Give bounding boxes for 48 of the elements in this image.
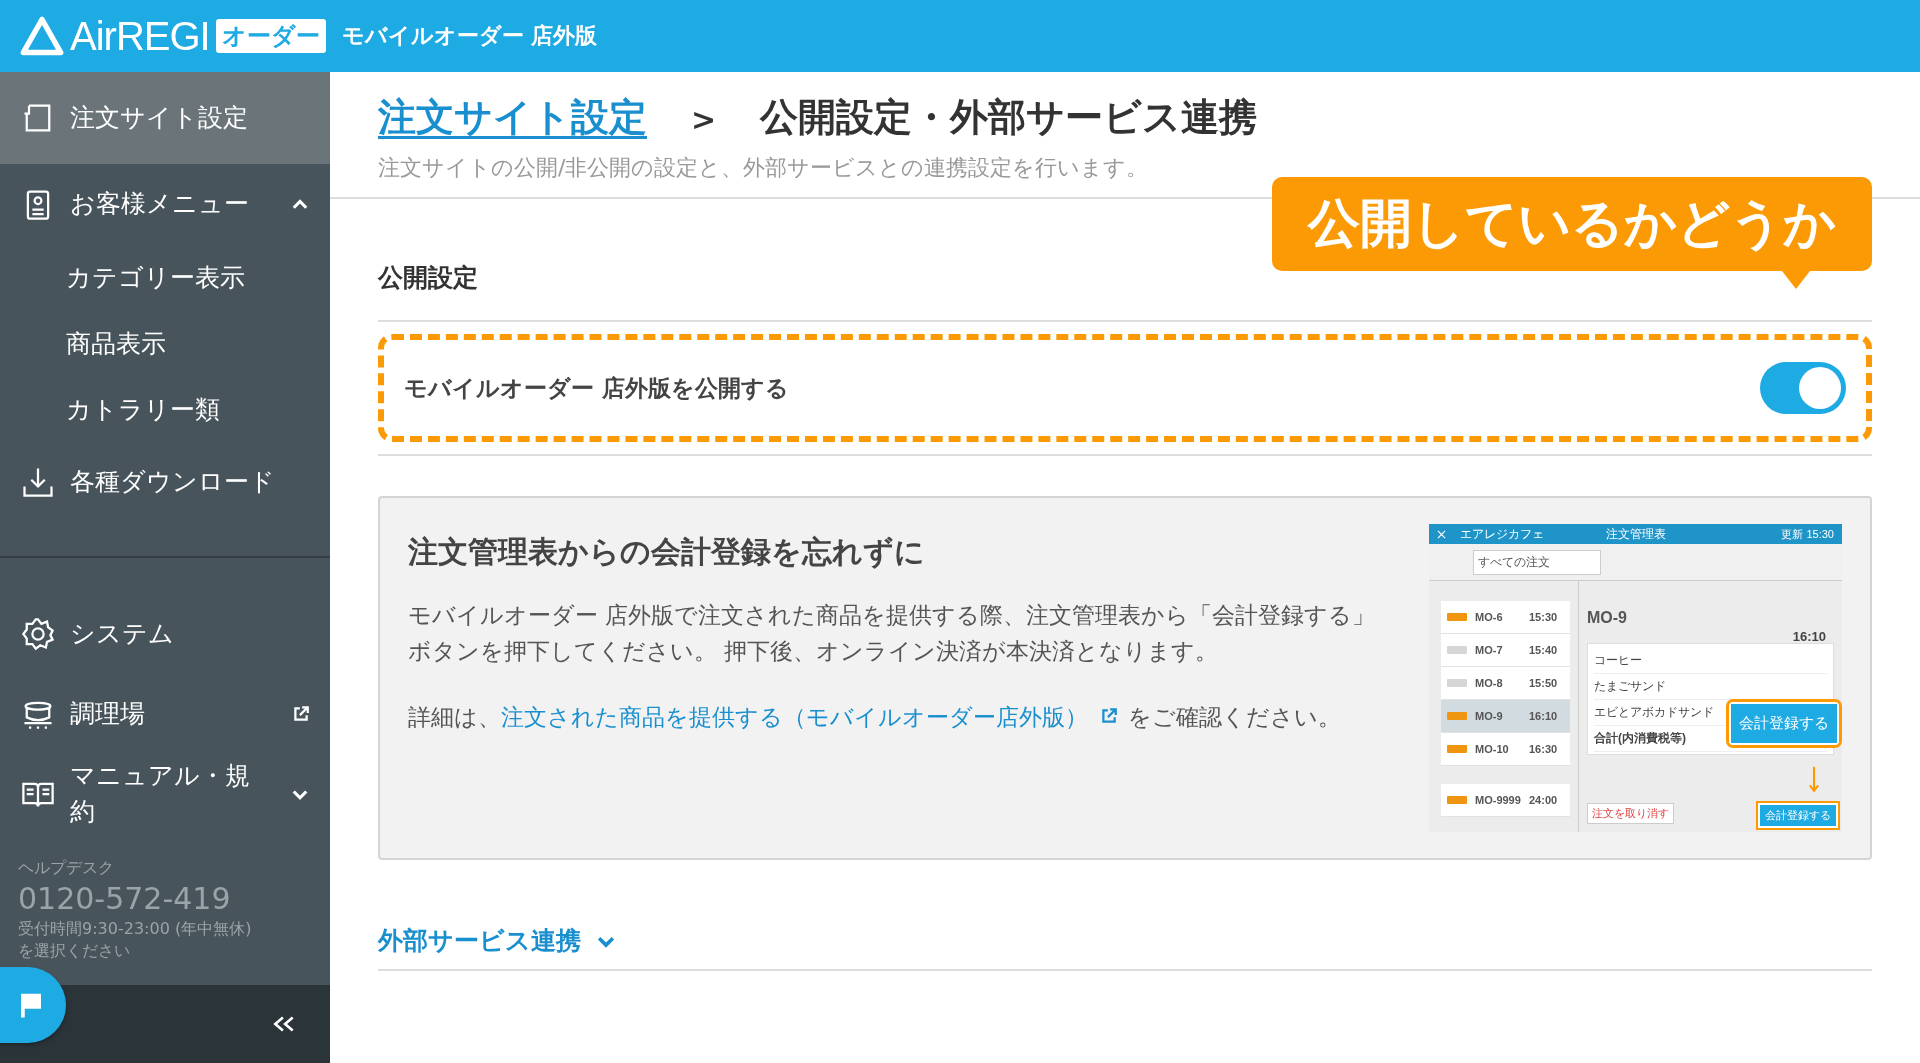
breadcrumb-link[interactable]: 注文サイト設定 bbox=[378, 92, 647, 143]
notice-heading: 注文管理表からの会計登録を忘れずに bbox=[408, 533, 926, 571]
section-toggle[interactable]: 外部サービス連携 bbox=[378, 924, 617, 969]
order-card: MO-9999 24:00 bbox=[1441, 784, 1570, 817]
order-card: MO-7 15:40 bbox=[1441, 634, 1570, 667]
order-card: MO-6 15:30 bbox=[1441, 601, 1570, 634]
order-card: MO-10 16:30 bbox=[1441, 733, 1570, 766]
close-icon bbox=[1437, 529, 1446, 539]
shop-name: エアレジカフェ bbox=[1460, 525, 1544, 543]
sidebar-item[interactable]: 注文サイト設定 bbox=[0, 72, 330, 164]
settings-icon bbox=[20, 616, 56, 652]
helpdesk-note: を選択ください bbox=[18, 940, 131, 962]
section-heading: 公開設定 bbox=[378, 262, 478, 294]
page-title: 公開設定・外部サービス連携 bbox=[760, 94, 1258, 141]
helpdesk-hours: 受付時間9:30-23:00 (年中無休) bbox=[18, 918, 253, 940]
notice-text: モバイルオーダー 店外版で注文された商品を提供する際、注文管理表から「会計登録する」ボタンを押下してください。 押下後、オンライン決済が本決済となります。 bbox=[408, 601, 1377, 666]
callout: 公開しているかどうか bbox=[1272, 177, 1872, 289]
screen-title: 注文管理表 bbox=[1605, 525, 1666, 543]
sidebar-subitem[interactable]: カトラリー類 bbox=[0, 376, 330, 442]
highlight-frame: 会計登録する bbox=[1726, 699, 1842, 748]
helpdesk-phone: 0120-572-419 bbox=[18, 881, 232, 916]
order-number: MO-9 bbox=[1587, 609, 1628, 627]
breadcrumb-separator: > bbox=[691, 102, 717, 137]
logo-text: AirREGI bbox=[70, 13, 210, 59]
sidebar-item[interactable]: システム bbox=[0, 594, 330, 674]
helpdesk-label: ヘルプデスク bbox=[18, 858, 115, 879]
sidebar-item[interactable]: 各種ダウンロード bbox=[0, 442, 330, 522]
external-link-icon bbox=[292, 705, 310, 723]
toggle-label: モバイルオーダー 店外版を公開する bbox=[404, 373, 789, 403]
refresh-label: 更新 15:30 bbox=[1781, 526, 1834, 542]
external-link-icon bbox=[1100, 707, 1118, 725]
collapse-icon[interactable] bbox=[272, 1015, 296, 1033]
order-card: MO-9 16:10 bbox=[1441, 700, 1570, 733]
product-badge: オーダー bbox=[215, 19, 326, 53]
flag-button[interactable] bbox=[0, 967, 66, 1043]
page-description: 注文サイトの公開/非公開の設定と、外部サービスとの連携設定を行います。 bbox=[378, 154, 1150, 182]
sidebar-item[interactable]: マニュアル・規約 bbox=[0, 754, 330, 834]
sidebar-subitem[interactable]: 商品表示 bbox=[0, 310, 330, 376]
logo-icon bbox=[20, 16, 64, 56]
sidebar-item[interactable]: 調理場 bbox=[0, 674, 330, 754]
order-card: MO-8 15:50 bbox=[1441, 667, 1570, 700]
notice-detail: 詳細は、注文された商品を提供する（モバイルオーダー店外版） をご確認ください。 bbox=[408, 703, 1342, 732]
app-title: モバイルオーダー 店外版 bbox=[341, 22, 598, 50]
sidebar-subitem[interactable]: カテゴリー表示 bbox=[0, 244, 330, 310]
highlight-frame: 会計登録する bbox=[1756, 801, 1840, 830]
order-time: 16:10 bbox=[1792, 629, 1826, 644]
sidebar-item[interactable]: お客様メニュー bbox=[0, 164, 330, 244]
toggle-switch[interactable] bbox=[1760, 362, 1846, 414]
